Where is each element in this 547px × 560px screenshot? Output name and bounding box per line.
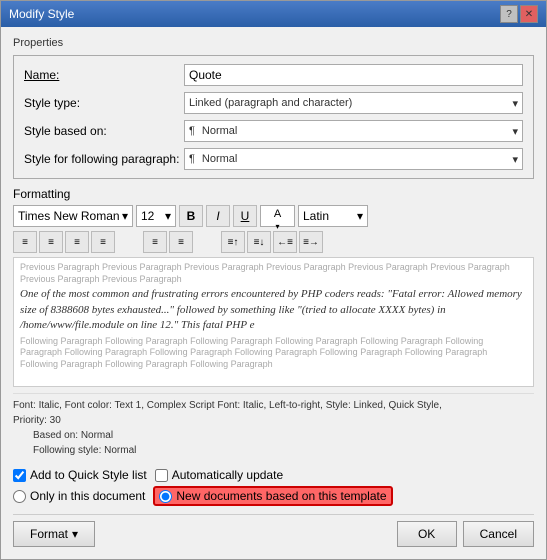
auto-update-checkbox[interactable] xyxy=(155,469,168,482)
ok-cancel-group: OK Cancel xyxy=(397,521,534,547)
align-center-button[interactable]: ≡ xyxy=(39,231,63,253)
properties-group: Name: Style type: Linked (paragraph and … xyxy=(13,55,534,179)
style-type-label: Style type: xyxy=(24,96,184,110)
style-based-label: Style based on: xyxy=(24,124,184,138)
new-documents-item[interactable]: New documents based on this template xyxy=(159,489,386,503)
spacer2 xyxy=(195,231,219,253)
ok-button[interactable]: OK xyxy=(397,521,457,547)
style-based-arrow: ▾ xyxy=(512,125,518,138)
align-right-indent-button[interactable]: ≡ xyxy=(169,231,193,253)
style-info: Font: Italic, Font color: Text 1, Comple… xyxy=(13,393,534,462)
cancel-button[interactable]: Cancel xyxy=(463,521,534,547)
new-documents-radio[interactable] xyxy=(159,490,172,503)
size-select-arrow: ▾ xyxy=(165,209,171,223)
new-documents-label: New documents based on this template xyxy=(176,489,386,503)
style-type-arrow: ▾ xyxy=(512,97,518,110)
italic-button[interactable]: I xyxy=(206,205,230,227)
only-in-document-radio[interactable] xyxy=(13,490,26,503)
script-label: Latin xyxy=(303,209,329,223)
style-following-label: Style for following paragraph: xyxy=(24,152,184,166)
style-based-select[interactable]: ¶ Normal ▾ xyxy=(184,120,523,142)
modify-style-dialog: Modify Style ? ✕ Properties Name: Style … xyxy=(0,0,547,560)
color-arrow: ▾ xyxy=(275,222,279,231)
indent-decrease-button[interactable]: ←≡ xyxy=(273,231,297,253)
close-button[interactable]: ✕ xyxy=(520,5,538,23)
only-in-document-label: Only in this document xyxy=(30,489,145,503)
only-in-document-item[interactable]: Only in this document xyxy=(13,489,145,503)
title-bar: Modify Style ? ✕ xyxy=(1,1,546,27)
align-left-button[interactable]: ≡ xyxy=(13,231,37,253)
formatting-label: Formatting xyxy=(13,187,534,201)
format-label: Format xyxy=(30,527,68,541)
bold-button[interactable]: B xyxy=(179,205,203,227)
format-button[interactable]: Format ▾ xyxy=(13,521,95,547)
style-info-based: Based on: Normal xyxy=(33,428,534,443)
style-following-arrow: ▾ xyxy=(512,153,518,166)
name-input[interactable] xyxy=(184,64,523,86)
add-quick-style-item[interactable]: Add to Quick Style list xyxy=(13,468,147,482)
style-based-value: Normal xyxy=(202,125,237,137)
preview-previous: Previous Paragraph Previous Paragraph Pr… xyxy=(20,262,527,285)
bottom-options: Add to Quick Style list Automatically up… xyxy=(13,468,534,506)
preview-following: Following Paragraph Following Paragraph … xyxy=(20,336,527,371)
title-bar-buttons: ? ✕ xyxy=(500,5,538,23)
para-icon-based: ¶ xyxy=(189,125,195,137)
dialog-title: Modify Style xyxy=(9,7,74,21)
style-following-row: Style for following paragraph: ¶ Normal … xyxy=(24,148,523,170)
font-size: 12 xyxy=(141,209,154,223)
alignment-toolbar: ≡ ≡ ≡ ≡ ≡ ≡ ≡↑ ≡↓ ←≡ ≡→ xyxy=(13,231,534,253)
help-button[interactable]: ? xyxy=(500,5,518,23)
font-toolbar-row: Times New Roman ▾ 12 ▾ B I U A ▾ Latin ▾ xyxy=(13,205,534,227)
add-quick-style-label: Add to Quick Style list xyxy=(30,468,147,482)
style-following-value: Normal xyxy=(202,153,237,165)
checkbox-row: Add to Quick Style list Automatically up… xyxy=(13,468,534,482)
add-quick-style-checkbox[interactable] xyxy=(13,469,26,482)
para-icon-following: ¶ xyxy=(189,153,195,165)
style-info-line2: Priority: 30 xyxy=(13,413,534,428)
align-right-button[interactable]: ≡ xyxy=(65,231,89,253)
style-info-line1: Font: Italic, Font color: Text 1, Comple… xyxy=(13,398,534,413)
align-spacer xyxy=(117,231,141,253)
script-select[interactable]: Latin ▾ xyxy=(298,205,368,227)
auto-update-item[interactable]: Automatically update xyxy=(155,468,283,482)
align-left-indent-button[interactable]: ≡ xyxy=(143,231,167,253)
radio-row: Only in this document New documents base… xyxy=(13,486,534,506)
font-color-select[interactable]: A ▾ xyxy=(260,205,295,227)
font-select-arrow: ▾ xyxy=(122,209,128,223)
footer: Format ▾ OK Cancel xyxy=(13,514,534,549)
style-following-select[interactable]: ¶ Normal ▾ xyxy=(184,148,523,170)
font-size-select[interactable]: 12 ▾ xyxy=(136,205,176,227)
format-arrow: ▾ xyxy=(72,527,78,541)
font-color-label: A xyxy=(274,208,281,220)
dialog-body: Properties Name: Style type: Linked (par… xyxy=(1,27,546,559)
properties-section-label: Properties xyxy=(13,37,534,49)
align-justify-button[interactable]: ≡ xyxy=(91,231,115,253)
preview-box: Previous Paragraph Previous Paragraph Pr… xyxy=(13,257,534,387)
line-spacing-decrease-button[interactable]: ≡↑ xyxy=(221,231,245,253)
underline-button[interactable]: U xyxy=(233,205,257,227)
auto-update-label: Automatically update xyxy=(172,468,283,482)
style-info-following: Following style: Normal xyxy=(33,443,534,458)
name-row: Name: xyxy=(24,64,523,86)
indent-increase-button[interactable]: ≡→ xyxy=(299,231,323,253)
name-label: Name: xyxy=(24,68,184,82)
style-based-row: Style based on: ¶ Normal ▾ xyxy=(24,120,523,142)
style-type-value: Linked (paragraph and character) xyxy=(189,97,352,109)
line-spacing-increase-button[interactable]: ≡↓ xyxy=(247,231,271,253)
font-select[interactable]: Times New Roman ▾ xyxy=(13,205,133,227)
script-arrow: ▾ xyxy=(357,209,363,223)
font-name: Times New Roman xyxy=(18,209,120,223)
style-type-row: Style type: Linked (paragraph and charac… xyxy=(24,92,523,114)
formatting-section: Formatting Times New Roman ▾ 12 ▾ B I U … xyxy=(13,187,534,387)
style-type-select[interactable]: Linked (paragraph and character) ▾ xyxy=(184,92,523,114)
preview-main-text: One of the most common and frustrating e… xyxy=(20,287,527,333)
new-documents-highlight[interactable]: New documents based on this template xyxy=(153,486,392,506)
